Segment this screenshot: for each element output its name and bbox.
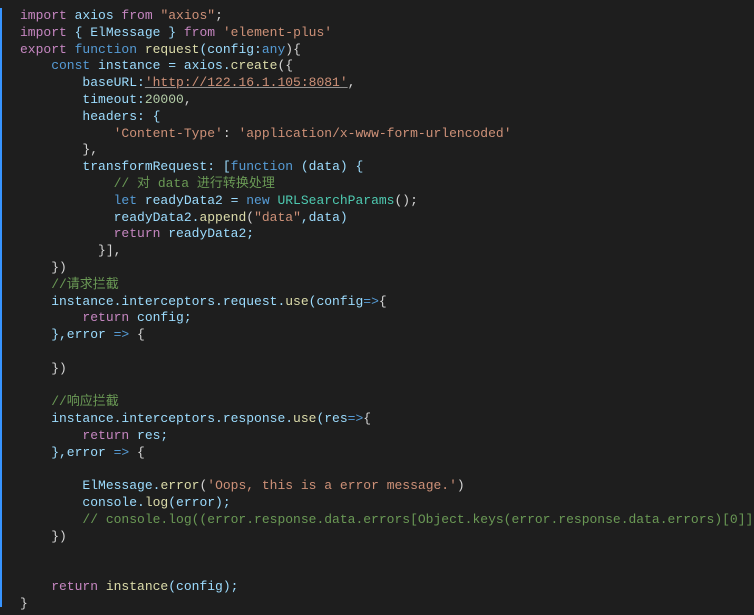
code-line[interactable]: //请求拦截 <box>2 277 754 294</box>
code-line[interactable]: } <box>2 596 754 613</box>
code-line[interactable]: export function request(config:any){ <box>2 42 754 59</box>
code-line[interactable]: }) <box>2 361 754 378</box>
code-line[interactable]: // console.log((error.response.data.erro… <box>2 512 754 529</box>
code-line[interactable]: import axios from "axios"; <box>2 8 754 25</box>
code-line[interactable]: return instance(config); <box>2 579 754 596</box>
code-line[interactable]: instance.interceptors.response.use(res=>… <box>2 411 754 428</box>
code-line[interactable]: return config; <box>2 310 754 327</box>
code-line[interactable]: headers: { <box>2 109 754 126</box>
code-line[interactable]: }, <box>2 142 754 159</box>
code-line[interactable]: let readyData2 = new URLSearchParams(); <box>2 193 754 210</box>
code-line[interactable]: ElMessage.error('Oops, this is a error m… <box>2 478 754 495</box>
code-line[interactable]: }) <box>2 529 754 546</box>
code-line[interactable]: }], <box>2 243 754 260</box>
code-line[interactable] <box>2 344 754 361</box>
code-line[interactable]: timeout:20000, <box>2 92 754 109</box>
code-line[interactable]: 'Content-Type': 'application/x-www-form-… <box>2 126 754 143</box>
code-line[interactable]: //响应拦截 <box>2 394 754 411</box>
code-editor[interactable]: import axios from "axios"; import { ElMe… <box>0 8 754 607</box>
code-line[interactable] <box>2 562 754 579</box>
code-line[interactable]: return readyData2; <box>2 226 754 243</box>
code-line[interactable]: const instance = axios.create({ <box>2 58 754 75</box>
code-line[interactable]: instance.interceptors.request.use(config… <box>2 294 754 311</box>
code-line[interactable]: transformRequest: [function (data) { <box>2 159 754 176</box>
code-line[interactable]: }) <box>2 260 754 277</box>
code-line[interactable] <box>2 462 754 479</box>
code-line[interactable]: console.log(error); <box>2 495 754 512</box>
code-line[interactable]: // 对 data 进行转换处理 <box>2 176 754 193</box>
code-line[interactable]: import { ElMessage } from 'element-plus' <box>2 25 754 42</box>
code-line[interactable] <box>2 378 754 395</box>
code-line[interactable]: readyData2.append("data",data) <box>2 210 754 227</box>
code-line[interactable]: },error => { <box>2 445 754 462</box>
code-line[interactable]: },error => { <box>2 327 754 344</box>
code-line[interactable] <box>2 546 754 563</box>
code-line[interactable]: baseURL:'http://122.16.1.105:8081', <box>2 75 754 92</box>
code-line[interactable]: return res; <box>2 428 754 445</box>
